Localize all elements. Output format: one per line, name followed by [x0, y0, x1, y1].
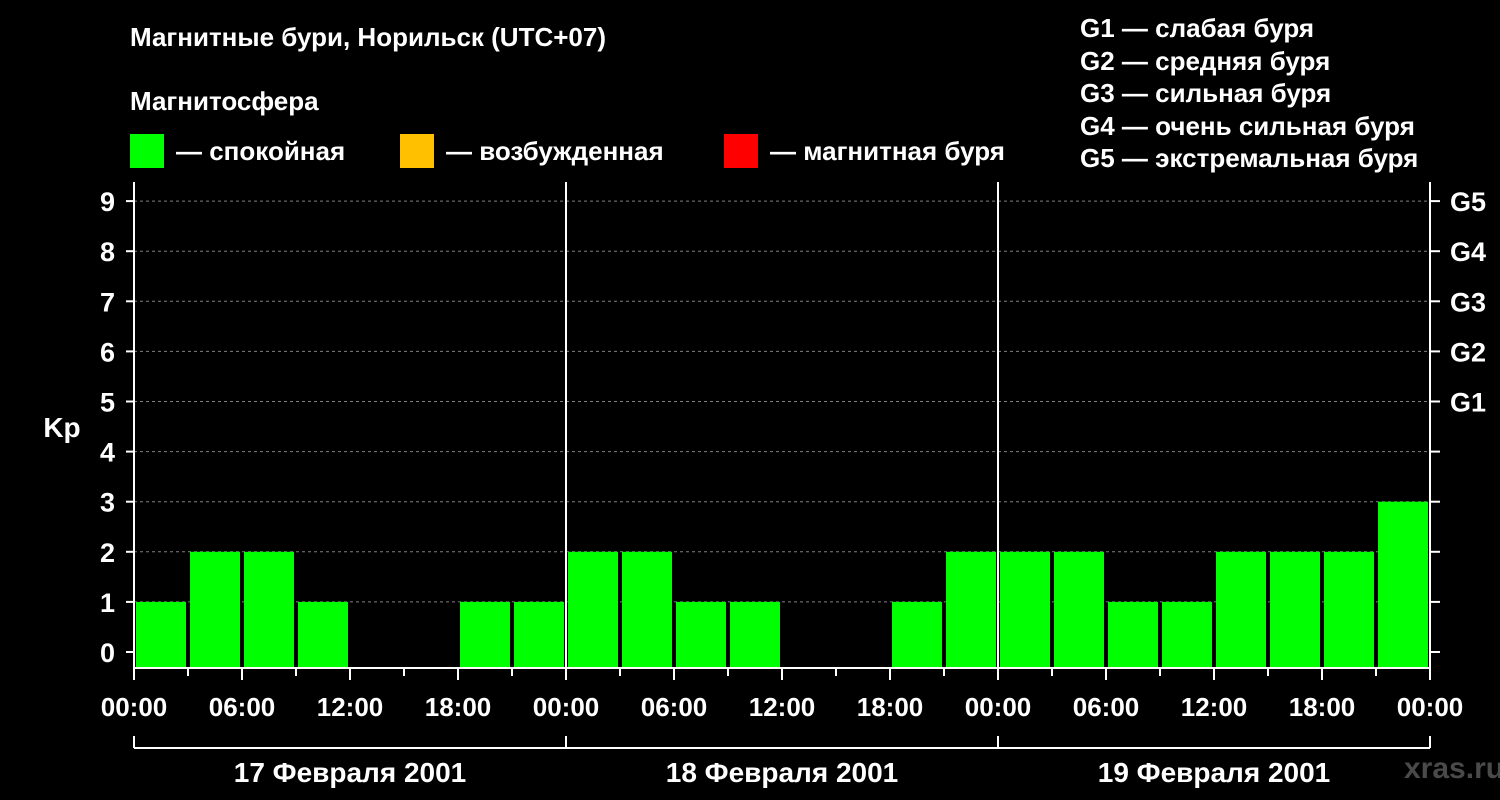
kp-bar-11: [730, 601, 780, 668]
g-label-G1: G1: [1450, 388, 1486, 418]
x-tick-label-0: 00:00: [101, 692, 168, 722]
g-label-G3: G3: [1450, 287, 1486, 317]
g-label-G5: G5: [1450, 187, 1486, 217]
y-tick-label-3: 3: [100, 488, 115, 518]
x-tick-label-6: 12:00: [749, 692, 816, 722]
kp-bar-9: [622, 551, 672, 668]
day-label-2: 19 Февраля 2001: [1098, 757, 1330, 788]
kp-bar-1: [190, 551, 240, 668]
kp-bar-14: [892, 601, 942, 668]
y-tick-label-8: 8: [100, 237, 115, 267]
x-tick-label-11: 18:00: [1289, 692, 1356, 722]
x-tick-label-9: 06:00: [1073, 692, 1140, 722]
kp-bar-2: [244, 551, 294, 668]
x-tick-label-7: 18:00: [857, 692, 924, 722]
kp-bar-23: [1378, 501, 1428, 668]
kp-bar-21: [1270, 551, 1320, 668]
kp-bar-6: [460, 601, 510, 668]
x-tick-label-3: 18:00: [425, 692, 492, 722]
y-tick-label-4: 4: [100, 438, 115, 468]
grid-layer: [134, 200, 1430, 603]
x-tick-label-10: 12:00: [1181, 692, 1248, 722]
axes-layer: 0 1 2 3 4 5 6 7 8 9 G1 G2 G3 G4 G5 00:00 06:00 12:00 18:00…: [100, 182, 1486, 788]
kp-bar-22: [1324, 551, 1374, 668]
y-tick-label-7: 7: [100, 287, 115, 317]
kp-bar-10: [676, 601, 726, 668]
g-label-G4: G4: [1450, 237, 1486, 267]
kp-bar-16: [1000, 551, 1050, 668]
y-tick-label-6: 6: [100, 337, 115, 367]
y-tick-label-2: 2: [100, 538, 115, 568]
y-tick-label-1: 1: [100, 588, 115, 618]
watermark: xras.ru: [1404, 752, 1500, 785]
x-tick-label-4: 00:00: [533, 692, 600, 722]
day-label-1: 18 Февраля 2001: [666, 757, 898, 788]
kp-bar-18: [1108, 601, 1158, 668]
kp-bar-19: [1162, 601, 1212, 668]
kp-bar-20: [1216, 551, 1266, 668]
kp-bar-chart: 0 1 2 3 4 5 6 7 8 9 G1 G2 G3 G4 G5 00:00 06:00 12:00 18:00…: [43, 182, 1486, 788]
day-label-0: 17 Февраля 2001: [234, 757, 466, 788]
x-tick-label-8: 00:00: [965, 692, 1032, 722]
y-axis-label: Kp: [43, 412, 80, 443]
kp-bar-3: [298, 601, 348, 668]
x-tick-label-12: 00:00: [1397, 692, 1464, 722]
y-tick-label-0: 0: [100, 638, 115, 668]
kp-bar-0: [136, 601, 186, 668]
x-tick-label-2: 12:00: [317, 692, 384, 722]
x-tick-label-5: 06:00: [641, 692, 708, 722]
bars-layer: [136, 501, 1428, 668]
y-tick-label-5: 5: [100, 388, 115, 418]
y-tick-label-9: 9: [100, 187, 115, 217]
kp-bar-8: [568, 551, 618, 668]
kp-bar-7: [514, 601, 564, 668]
kp-bar-17: [1054, 551, 1104, 668]
x-tick-label-1: 06:00: [209, 692, 276, 722]
g-label-G2: G2: [1450, 337, 1486, 367]
kp-bar-15: [946, 551, 996, 668]
